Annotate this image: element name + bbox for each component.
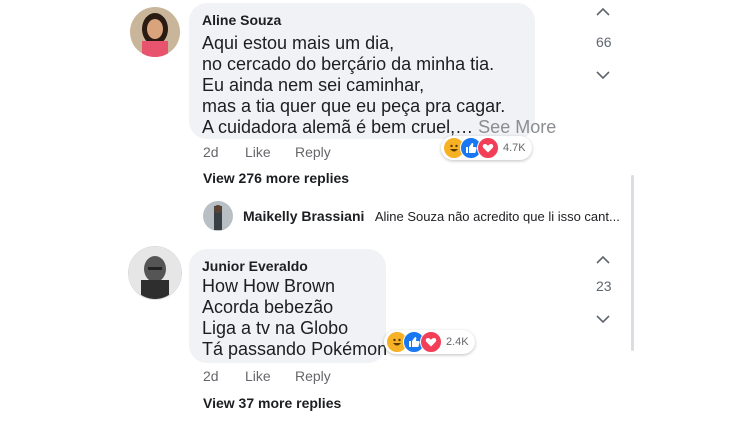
reply-button[interactable]: Reply: [295, 368, 331, 384]
chevron-up-icon[interactable]: [596, 251, 610, 269]
side-count: 66: [596, 34, 612, 50]
like-button[interactable]: Like: [245, 368, 271, 384]
love-icon: [477, 137, 499, 159]
reactions-summary[interactable]: 4.7K: [441, 136, 532, 160]
chevron-down-icon[interactable]: [596, 310, 610, 328]
comment-time[interactable]: 2d: [203, 368, 219, 384]
comment-line: no cercado do berçário da minha tia.: [202, 54, 495, 74]
chevron-down-icon[interactable]: [596, 66, 610, 84]
comment-bubble: Aline Souza Aqui estou mais um dia, no c…: [189, 3, 556, 139]
comment-line-text: A cuidadora alemã é bem cruel,…: [202, 117, 474, 137]
comment-time[interactable]: 2d: [203, 144, 219, 160]
reactions-count: 4.7K: [503, 142, 526, 154]
reply-preview[interactable]: Maikelly Brassiani Aline Souza não acred…: [243, 208, 620, 226]
comment-line: A cuidadora alemã é bem cruel,… See More: [202, 117, 556, 138]
comment-line: Liga a tv na Globo: [202, 318, 349, 338]
like-button[interactable]: Like: [245, 144, 271, 160]
side-count: 23: [596, 278, 612, 294]
comment-author[interactable]: Aline Souza: [202, 12, 281, 28]
reactions-count: 2.4K: [446, 336, 469, 348]
comment-line: Eu ainda nem sei caminhar,: [202, 75, 425, 95]
reply-text: Aline Souza não acredito que li isso can…: [374, 209, 620, 224]
comment-author[interactable]: Junior Everaldo: [202, 258, 308, 274]
avatar-junior[interactable]: [128, 246, 182, 300]
reply-author[interactable]: Maikelly Brassiani: [243, 208, 364, 224]
love-icon: [420, 331, 442, 353]
reply-button[interactable]: Reply: [295, 144, 331, 160]
view-more-replies[interactable]: View 276 more replies: [203, 170, 349, 186]
chevron-up-icon[interactable]: [596, 3, 610, 21]
comment-line: Acorda bebezão: [202, 297, 334, 317]
reactions-summary[interactable]: 2.4K: [384, 330, 475, 354]
avatar-aline[interactable]: [130, 7, 180, 57]
comment-bubble: Junior Everaldo How How Brown Acorda beb…: [189, 249, 388, 363]
avatar-maikelly[interactable]: [203, 201, 233, 231]
comment-line: How How Brown: [202, 276, 336, 296]
comment-line: Tá passando Pokémon: [202, 339, 388, 359]
comment-line: Aqui estou mais um dia,: [202, 33, 395, 53]
scrollbar[interactable]: [631, 175, 634, 351]
comment-line: mas a tia quer que eu peça pra cagar.: [202, 96, 506, 116]
view-more-replies[interactable]: View 37 more replies: [203, 395, 341, 411]
see-more-link[interactable]: See More: [478, 117, 556, 137]
